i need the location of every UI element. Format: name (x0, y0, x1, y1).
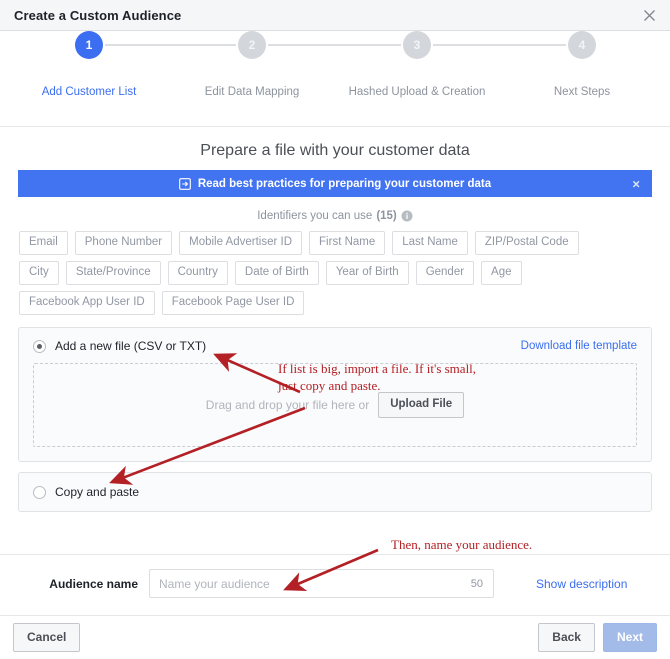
stepper-circle-1[interactable]: 1 (75, 31, 103, 59)
identifier-tag: Country (167, 261, 228, 285)
identifier-tag-list: Email Phone Number Mobile Advertiser ID Fir… (18, 231, 652, 315)
identifiers-label: Identifiers you can use (257, 210, 373, 222)
identifier-tag: State/Province (65, 261, 161, 285)
window-title: Create a Custom Audience (14, 7, 182, 23)
add-new-file-header: Add a new file (CSV or TXT) Download fil… (33, 339, 637, 353)
window-titlebar: Create a Custom Audience (0, 0, 670, 31)
stepper-step-2: Edit Data Mapping (205, 86, 300, 98)
audience-name-counter: 50 (470, 577, 483, 590)
stepper-label-4[interactable]: Next Steps (554, 86, 610, 98)
identifier-tag: First Name (309, 231, 386, 255)
stepper-step-1: Add Customer List (42, 86, 137, 98)
identifier-tag: Phone Number (74, 231, 173, 255)
identifier-tag: Date of Birth (234, 261, 319, 285)
radio-icon-add-new-file[interactable] (33, 339, 46, 353)
close-icon[interactable] (640, 6, 658, 24)
upload-file-button[interactable]: Upload File (378, 392, 465, 418)
external-link-icon (178, 177, 191, 190)
back-button[interactable]: Back (538, 623, 595, 652)
identifier-tag: Email (19, 231, 68, 255)
stepper-circle-3[interactable]: 3 (403, 31, 431, 59)
stepper-circle-2[interactable]: 2 (238, 31, 266, 59)
stepper-circle-4[interactable]: 4 (568, 31, 596, 59)
stepper-label-1[interactable]: Add Customer List (42, 86, 137, 98)
identifiers-heading: Identifiers you can use (15) (18, 197, 652, 231)
identifier-tag: Gender (415, 261, 475, 285)
identifier-tag: Year of Birth (325, 261, 409, 285)
main-content: Prepare a file with your customer data R… (0, 127, 670, 512)
radio-add-new-file[interactable]: Add a new file (CSV or TXT) (33, 339, 206, 353)
stepper-step-3: Hashed Upload & Creation (349, 86, 486, 98)
stepper-connector (105, 44, 236, 46)
info-icon[interactable] (401, 210, 413, 222)
show-description-link[interactable]: Show description (536, 577, 627, 591)
identifier-tag: City (19, 261, 59, 285)
stepper-label-2[interactable]: Edit Data Mapping (205, 86, 300, 98)
identifier-tag: Last Name (392, 231, 468, 255)
audience-name-row: Audience name Name your audience 50 Show… (0, 554, 670, 598)
audience-name-label: Audience name (49, 576, 138, 591)
identifier-tag: Age (481, 261, 522, 285)
identifier-tag: ZIP/Postal Code (474, 231, 579, 255)
stepper-connector (433, 44, 566, 46)
audience-name-input[interactable]: Name your audience 50 (149, 569, 494, 598)
identifier-tag: Mobile Advertiser ID (179, 231, 303, 255)
file-dropzone[interactable]: Drag and drop your file here or Upload F… (33, 363, 637, 447)
identifier-tag: Facebook App User ID (19, 291, 155, 315)
stepper-step-4: Next Steps (554, 86, 610, 98)
dropzone-text: Drag and drop your file here or (205, 398, 370, 412)
next-button[interactable]: Next (602, 623, 657, 652)
download-file-template-link[interactable]: Download file template (521, 340, 637, 352)
dialog-footer: Cancel Back Next (0, 615, 670, 659)
wizard-stepper: 1 Add Customer List 2 Edit Data Mapping 3 Has… (0, 31, 670, 127)
best-practices-banner[interactable]: Read best practices for preparing your c… (18, 170, 652, 197)
identifier-tag-row: Email Phone Number Mobile Advertiser ID Fir… (19, 231, 651, 255)
radio-icon-copy-and-paste[interactable] (33, 485, 46, 499)
radio-copy-and-paste[interactable]: Copy and paste (33, 485, 637, 499)
radio-label-copy-and-paste: Copy and paste (55, 485, 140, 499)
copy-and-paste-panel[interactable]: Copy and paste (18, 472, 652, 512)
stepper-label-3[interactable]: Hashed Upload & Creation (349, 86, 486, 98)
banner-text: Read best practices for preparing your c… (197, 177, 492, 190)
cancel-button[interactable]: Cancel (13, 623, 81, 652)
identifier-tag-row: City State/Province Country Date of Birth Ye… (19, 261, 651, 285)
banner-close-icon[interactable]: × (632, 177, 640, 190)
stepper-connector (268, 44, 401, 46)
radio-label-add-new-file: Add a new file (CSV or TXT) (55, 339, 207, 353)
identifier-tag: Facebook Page User ID (161, 291, 305, 315)
identifier-tag-row: Facebook App User ID Facebook Page User I… (19, 291, 651, 315)
identifiers-count: (15) (376, 210, 397, 222)
stepper-track: 1 Add Customer List 2 Edit Data Mapping 3 Has… (0, 31, 670, 126)
annotation-name-note: Then, name your audience. (391, 537, 533, 552)
audience-name-placeholder: Name your audience (159, 576, 270, 591)
add-new-file-panel: Add a new file (CSV or TXT) Download fil… (18, 327, 652, 462)
footer-actions: Back Next (538, 623, 657, 652)
page-title: Prepare a file with your customer data (200, 142, 470, 159)
